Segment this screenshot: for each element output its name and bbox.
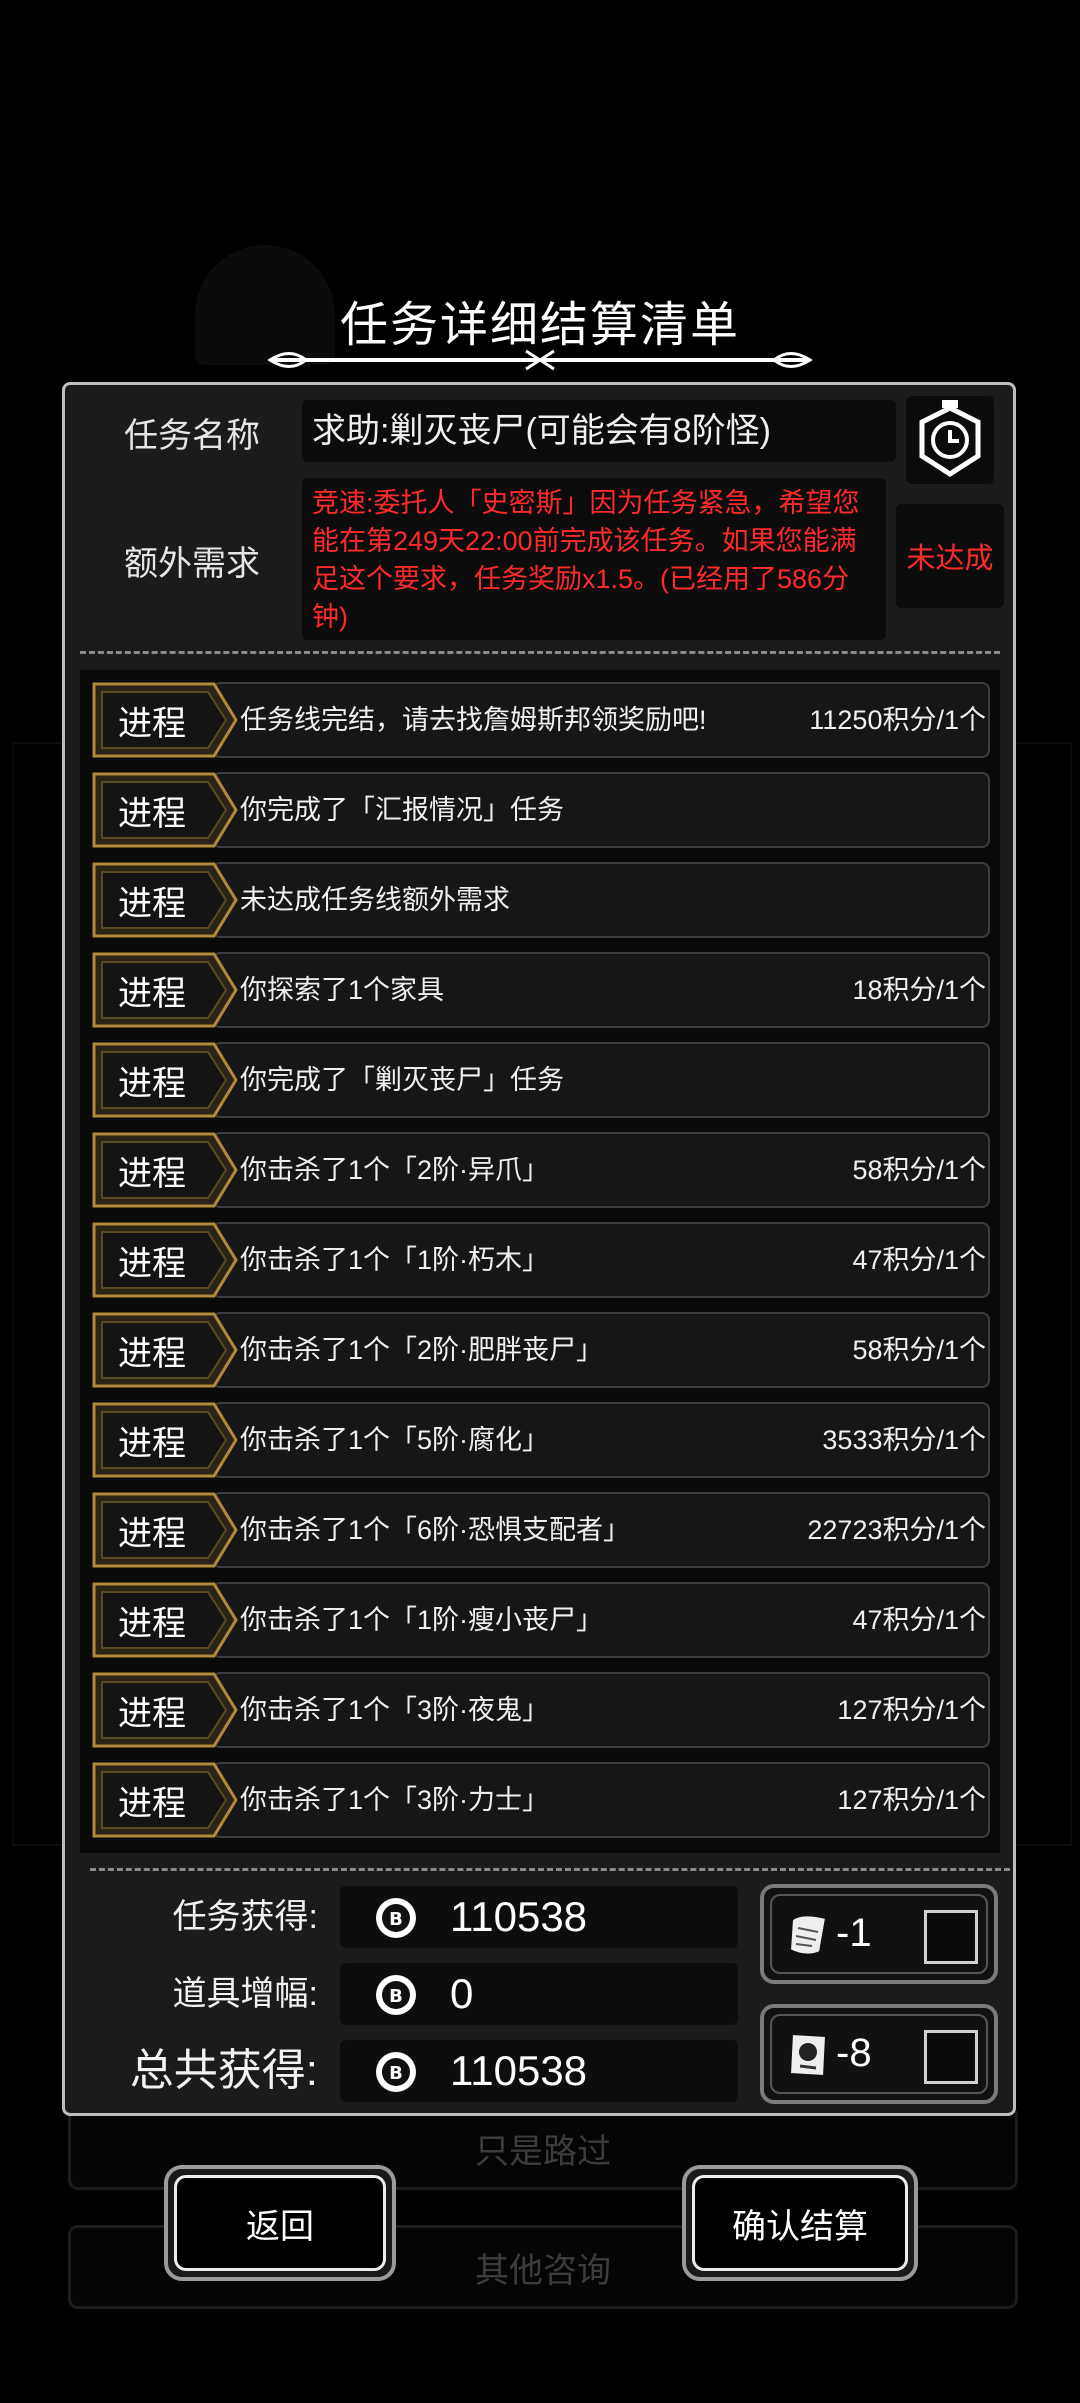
progress-row: 进程 你完成了「剿灭丧尸」任务 (92, 1042, 990, 1118)
progress-row-points: 127积分/1个 (837, 1785, 986, 1815)
progress-row: 进程 任务线完结，请去找詹姆斯邦领奖励吧! 11250积分/1个 (92, 682, 990, 758)
title-ornament (267, 349, 813, 371)
progress-row: 进程 你击杀了1个「6阶·恐惧支配者」 22723积分/1个 (92, 1492, 990, 1568)
extra-requirement-label: 额外需求 (124, 545, 260, 583)
svg-text:B: B (389, 2063, 403, 2084)
scroll-icon (788, 1914, 828, 1956)
progress-tag-label: 进程 (118, 884, 186, 923)
progress-tag: 进程 (92, 1492, 238, 1568)
progress-row-text: 你击杀了1个「3阶·夜鬼」 (240, 1695, 550, 1725)
coin-icon: B (376, 2052, 416, 2092)
progress-row-points: 47积分/1个 (852, 1605, 986, 1635)
progress-row-text: 你击杀了1个「6阶·恐惧支配者」 (240, 1515, 631, 1545)
progress-row: 进程 你击杀了1个「2阶·异爪」 58积分/1个 (92, 1132, 990, 1208)
progress-tag: 进程 (92, 862, 238, 938)
progress-tag-label: 进程 (118, 1694, 186, 1733)
progress-tag-label: 进程 (118, 974, 186, 1013)
coin-icon: B (376, 1898, 416, 1938)
progress-tag-label: 进程 (118, 1784, 186, 1823)
progress-row-points: 11250积分/1个 (809, 705, 986, 735)
progress-tag-label: 进程 (118, 1244, 186, 1283)
progress-row: 进程 未达成任务线额外需求 (92, 862, 990, 938)
task-name-value: 求助:剿灭丧尸(可能会有8阶怪) (302, 400, 896, 462)
progress-row: 进程 你击杀了1个「2阶·肥胖丧尸」 58积分/1个 (92, 1312, 990, 1388)
total-reward-value: 110538 (450, 2047, 588, 2094)
progress-row: 进程 你完成了「汇报情况」任务 (92, 772, 990, 848)
progress-row-text: 你击杀了1个「3阶·力士」 (240, 1785, 550, 1815)
task-reward-label: 任务获得: (172, 1898, 318, 1936)
item-toggle-card[interactable]: -8 (760, 2004, 998, 2104)
task-reward-value: 110538 (450, 1893, 588, 1940)
progress-tag-label: 进程 (118, 1064, 186, 1103)
progress-row: 进程 你击杀了1个「3阶·力士」 127积分/1个 (92, 1762, 990, 1838)
progress-row-points: 18积分/1个 (852, 975, 986, 1005)
progress-row-text: 你击杀了1个「1阶·瘦小丧尸」 (240, 1605, 604, 1635)
back-button-label: 返回 (174, 2175, 386, 2271)
progress-row-text: 你击杀了1个「1阶·朽木」 (240, 1245, 550, 1275)
divider-bottom (90, 1868, 1010, 1871)
svg-text:B: B (389, 1909, 403, 1930)
task-reward-box: B 110538 (340, 1886, 738, 1948)
back-button[interactable]: 返回 (164, 2165, 396, 2281)
progress-row: 进程 你击杀了1个「3阶·夜鬼」 127积分/1个 (92, 1672, 990, 1748)
progress-row-text: 你完成了「汇报情况」任务 (240, 795, 564, 825)
card-icon (788, 2032, 828, 2078)
progress-tag-label: 进程 (118, 1154, 186, 1193)
item-checkbox-scroll[interactable] (924, 1910, 978, 1964)
item-count-scroll: -1 (836, 1911, 872, 1955)
progress-row-points: 47积分/1个 (852, 1245, 986, 1275)
progress-tag: 进程 (92, 1222, 238, 1298)
progress-row-text: 你击杀了1个「5阶·腐化」 (240, 1425, 550, 1455)
item-count-card: -8 (836, 2031, 872, 2075)
progress-tag-label: 进程 (118, 1604, 186, 1643)
svg-text:B: B (389, 1986, 403, 2007)
progress-tag: 进程 (92, 1132, 238, 1208)
progress-tag: 进程 (92, 772, 238, 848)
progress-tag: 进程 (92, 1402, 238, 1478)
progress-tag-label: 进程 (118, 704, 186, 743)
progress-row-text: 任务线完结，请去找詹姆斯邦领奖励吧! (240, 705, 707, 735)
progress-row-text: 你探索了1个家具 (240, 975, 445, 1005)
progress-row-points: 3533积分/1个 (822, 1425, 986, 1455)
total-reward-label: 总共获得: (129, 2046, 318, 2095)
progress-row: 进程 你击杀了1个「1阶·瘦小丧尸」 47积分/1个 (92, 1582, 990, 1658)
progress-tag: 进程 (92, 1042, 238, 1118)
progress-tag-label: 进程 (118, 1334, 186, 1373)
progress-row: 进程 你击杀了1个「1阶·朽木」 47积分/1个 (92, 1222, 990, 1298)
extra-requirement-status: 未达成 (896, 504, 1004, 608)
progress-row-text: 你击杀了1个「2阶·异爪」 (240, 1155, 550, 1185)
progress-tag: 进程 (92, 1582, 238, 1658)
progress-tag: 进程 (92, 1672, 238, 1748)
progress-row-text: 未达成任务线额外需求 (240, 885, 510, 915)
progress-tag-label: 进程 (118, 794, 186, 833)
progress-row-points: 22723积分/1个 (807, 1515, 986, 1545)
progress-row-points: 58积分/1个 (852, 1335, 986, 1365)
progress-tag-label: 进程 (118, 1424, 186, 1463)
stopwatch-icon (906, 396, 994, 484)
item-checkbox-card[interactable] (924, 2030, 978, 2084)
progress-row-points: 58积分/1个 (852, 1155, 986, 1185)
confirm-settlement-label: 确认结算 (692, 2175, 908, 2271)
progress-tag: 进程 (92, 682, 238, 758)
progress-tag: 进程 (92, 952, 238, 1028)
progress-tag: 进程 (92, 1762, 238, 1838)
total-reward-box: B 110538 (340, 2040, 738, 2102)
progress-tag: 进程 (92, 1312, 238, 1388)
progress-row-points: 127积分/1个 (837, 1695, 986, 1725)
progress-row-text: 你完成了「剿灭丧尸」任务 (240, 1065, 564, 1095)
task-name-label: 任务名称 (124, 417, 260, 455)
item-bonus-label: 道具增幅: (172, 1975, 318, 2013)
progress-row: 进程 你探索了1个家具 18积分/1个 (92, 952, 990, 1028)
progress-row: 进程 你击杀了1个「5阶·腐化」 3533积分/1个 (92, 1402, 990, 1478)
item-toggle-scroll[interactable]: -1 (760, 1884, 998, 1984)
extra-requirement-value: 竞速:委托人「史密斯」因为任务紧急，希望您能在第249天22:00前完成该任务。… (302, 478, 886, 640)
progress-tag-label: 进程 (118, 1514, 186, 1553)
progress-row-text: 你击杀了1个「2阶·肥胖丧尸」 (240, 1335, 604, 1365)
item-bonus-value: 0 (450, 1970, 474, 2017)
divider-top (80, 651, 1000, 654)
confirm-settlement-button[interactable]: 确认结算 (682, 2165, 918, 2281)
item-bonus-box: B 0 (340, 1963, 738, 2025)
coin-icon: B (376, 1975, 416, 2015)
